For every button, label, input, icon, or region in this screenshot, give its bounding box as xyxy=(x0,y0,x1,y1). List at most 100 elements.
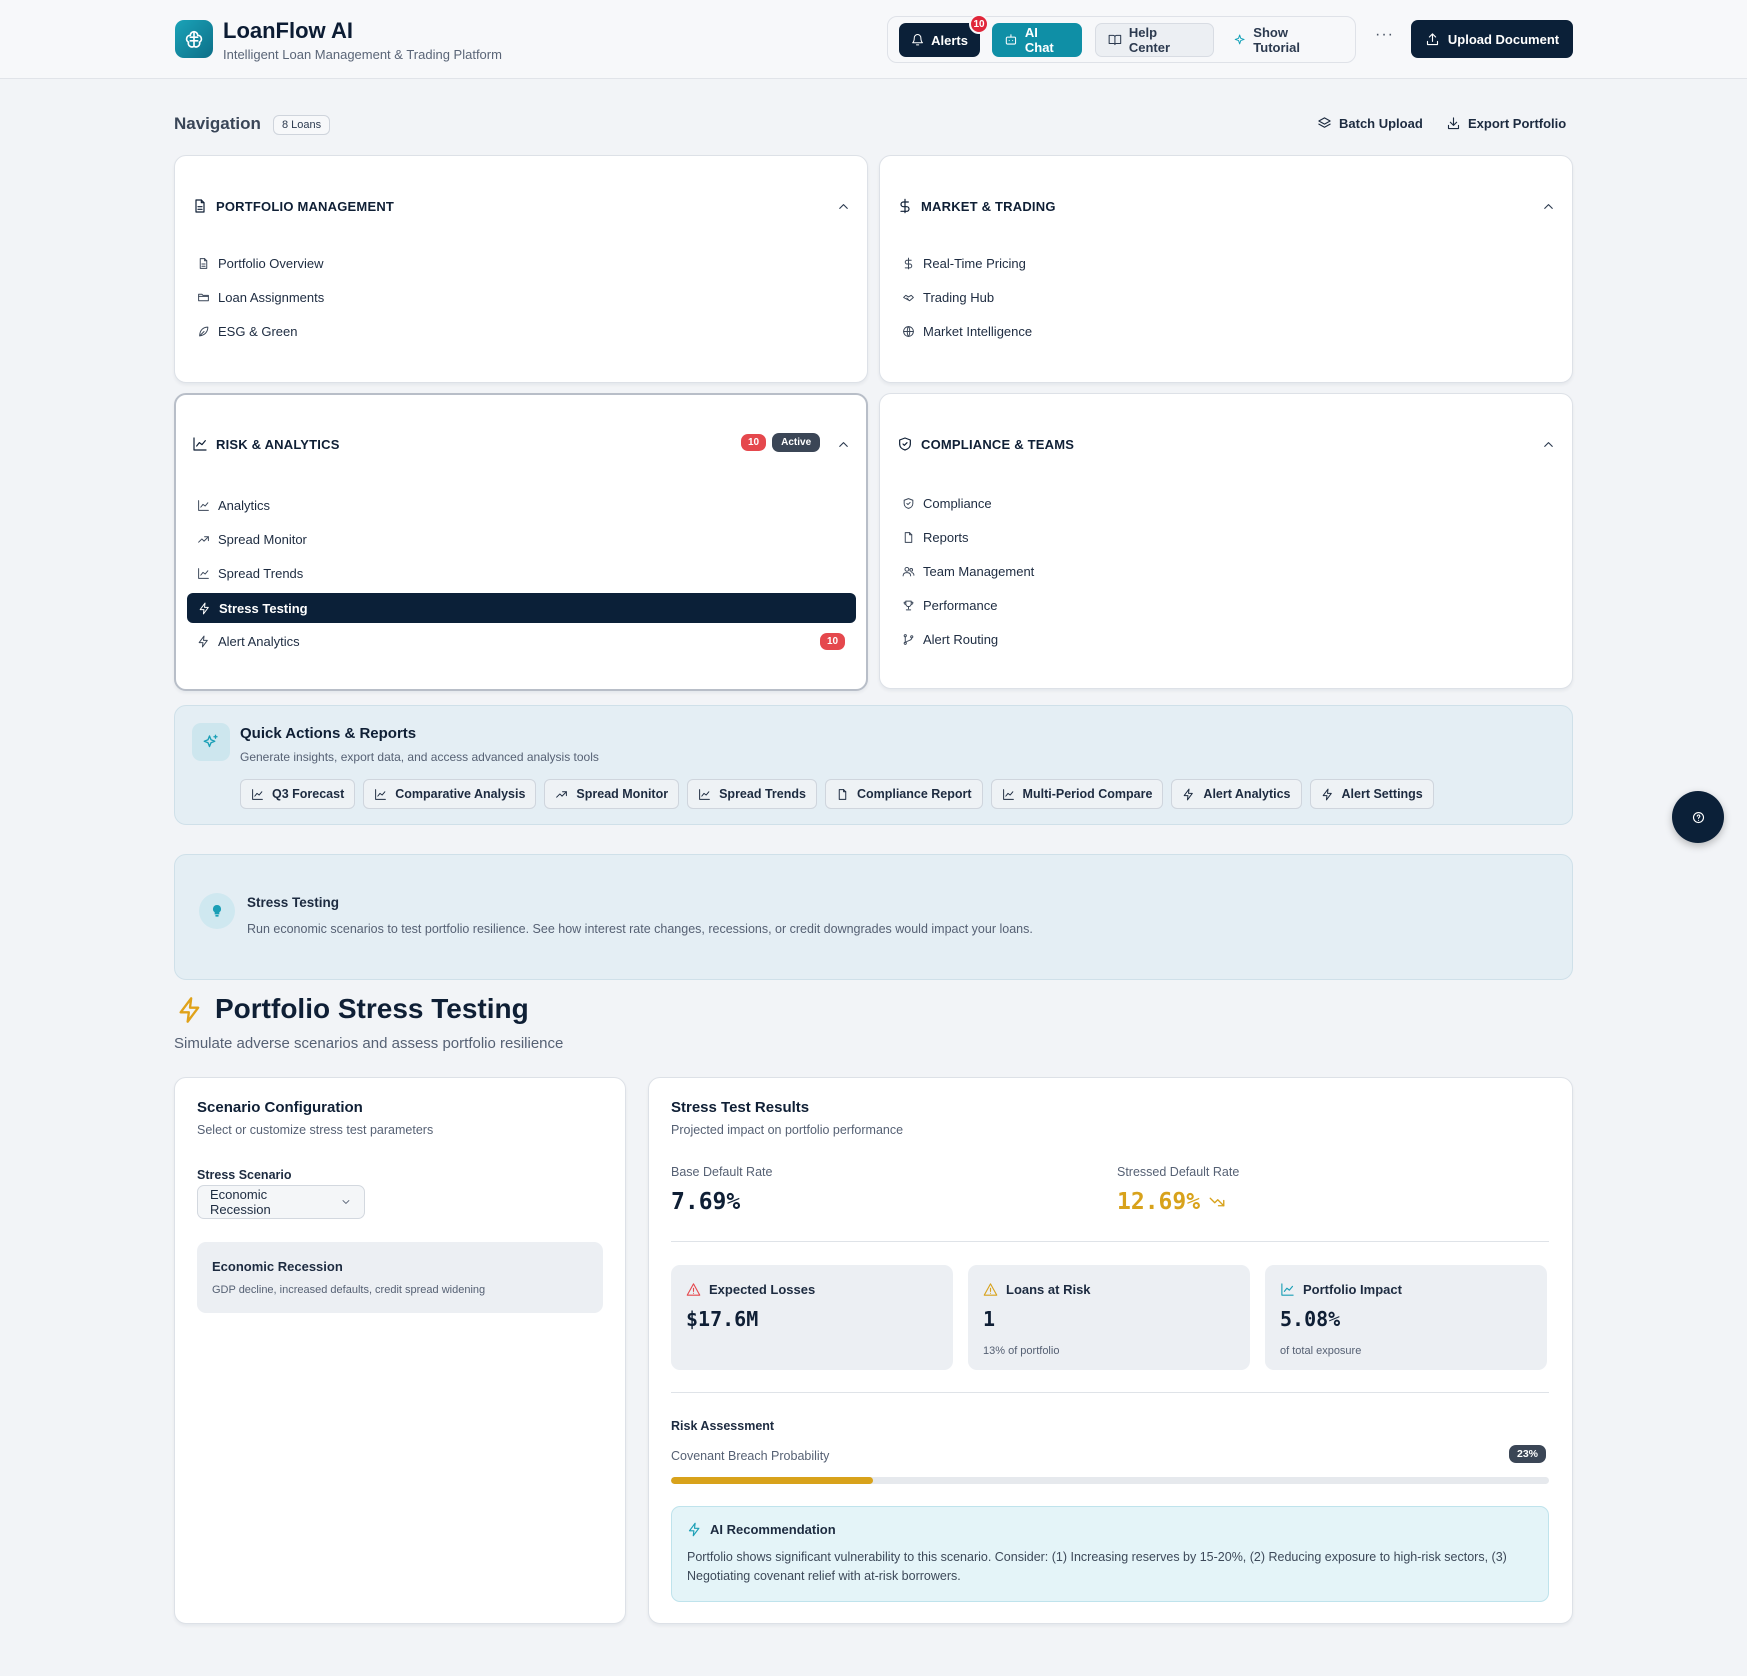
chevron-up-icon[interactable] xyxy=(836,199,851,214)
stressed-default-rate-label: Stressed Default Rate xyxy=(1117,1165,1240,1179)
help-center-button[interactable]: Help Center xyxy=(1095,23,1214,57)
market-trading-card: MARKET & TRADING Real-Time Pricing Tradi… xyxy=(879,155,1573,383)
nav-item-real-time-pricing[interactable]: Real-Time Pricing xyxy=(902,256,1026,271)
nav-item-reports[interactable]: Reports xyxy=(902,530,969,545)
users-icon xyxy=(902,566,915,577)
covenant-breach-percent: 23% xyxy=(1509,1445,1547,1463)
spread-monitor-button[interactable]: Spread Monitor xyxy=(544,779,680,809)
scenario-config-subtitle: Select or customize stress test paramete… xyxy=(197,1123,434,1137)
stress-scenario-select[interactable]: Economic Recession xyxy=(197,1185,365,1219)
stressed-default-rate-value: 12.69% xyxy=(1117,1189,1201,1215)
show-tutorial-button[interactable]: Show Tutorial xyxy=(1221,23,1346,57)
kpi-value: 5.08% xyxy=(1280,1307,1341,1331)
kpi-label: Expected Losses xyxy=(709,1282,816,1297)
lightning-icon xyxy=(198,635,208,648)
info-banner-title: Stress Testing xyxy=(247,895,340,910)
alerts-label: Alerts xyxy=(931,32,968,48)
nav-item-label: Market Intelligence xyxy=(923,324,1033,339)
spread-trends-button[interactable]: Spread Trends xyxy=(687,779,817,809)
nav-item-market-intelligence[interactable]: Market Intelligence xyxy=(902,324,1032,339)
nav-item-performance[interactable]: Performance xyxy=(902,598,997,613)
upload-document-button[interactable]: Upload Document xyxy=(1411,20,1573,58)
portfolio-management-header[interactable]: PORTFOLIO MANAGEMENT xyxy=(192,198,394,214)
nav-item-spread-monitor[interactable]: Spread Monitor xyxy=(197,532,307,547)
file-text-icon xyxy=(195,199,205,213)
compliance-report-button[interactable]: Compliance Report xyxy=(824,779,983,809)
handshake-icon xyxy=(903,294,914,302)
nav-item-label: Spread Monitor xyxy=(218,532,307,547)
line-chart-icon xyxy=(193,437,207,451)
divider xyxy=(671,1392,1549,1393)
nav-item-stress-testing[interactable]: Stress Testing xyxy=(187,593,856,623)
nav-item-portfolio-overview[interactable]: Portfolio Overview xyxy=(197,256,323,271)
file-text-icon xyxy=(199,258,208,269)
alert-settings-button[interactable]: Alert Settings xyxy=(1309,779,1434,809)
quick-action-label: Compliance Report xyxy=(856,787,972,801)
more-menu-button[interactable]: ··· xyxy=(1375,26,1394,44)
chevron-up-icon[interactable] xyxy=(836,437,851,452)
nav-item-team-management[interactable]: Team Management xyxy=(902,564,1034,579)
book-open-icon xyxy=(1108,34,1122,46)
quick-action-label: Multi-Period Compare xyxy=(1022,787,1153,801)
quick-action-label: Spread Monitor xyxy=(576,787,669,801)
alert-analytics-button[interactable]: Alert Analytics xyxy=(1171,779,1302,809)
nav-item-alert-routing[interactable]: Alert Routing xyxy=(902,632,998,647)
line-chart-icon xyxy=(252,788,263,800)
app-title: LoanFlow AI xyxy=(223,18,353,43)
ai-recommendation-box: AI Recommendation Portfolio shows signif… xyxy=(671,1506,1549,1602)
help-floating-button[interactable] xyxy=(1672,791,1724,843)
market-trading-header[interactable]: MARKET & TRADING xyxy=(897,198,1056,214)
ai-chat-label: AI Chat xyxy=(1024,25,1054,55)
results-title: Stress Test Results xyxy=(671,1099,810,1116)
nav-item-alert-analytics[interactable]: Alert Analytics xyxy=(197,634,300,649)
nav-item-esg-green[interactable]: ESG & Green xyxy=(197,324,297,339)
alerts-button[interactable]: Alerts xyxy=(899,23,980,57)
dollar-icon xyxy=(904,257,913,270)
export-portfolio-button[interactable]: Export Portfolio xyxy=(1446,116,1566,131)
compliance-teams-header[interactable]: COMPLIANCE & TEAMS xyxy=(897,436,1074,452)
chevron-up-icon[interactable] xyxy=(1541,199,1556,214)
line-chart-icon xyxy=(198,568,209,579)
alerts-count-badge: 10 xyxy=(969,14,989,34)
app-logo-icon[interactable] xyxy=(175,20,213,58)
selected-scenario: Economic Recession xyxy=(210,1187,271,1217)
nav-item-label: ESG & Green xyxy=(218,324,298,339)
quick-actions-panel: Quick Actions & Reports Generate insight… xyxy=(174,705,1573,825)
comparative-analysis-button[interactable]: Comparative Analysis xyxy=(363,779,537,809)
stress-test-results-card: Stress Test Results Projected impact on … xyxy=(648,1077,1573,1624)
download-icon xyxy=(1447,117,1460,130)
nav-item-compliance[interactable]: Compliance xyxy=(902,496,992,511)
nav-item-trading-hub[interactable]: Trading Hub xyxy=(902,290,994,305)
base-default-rate-label: Base Default Rate xyxy=(671,1165,773,1179)
ai-recommendation-text: Portfolio shows significant vulnerabilit… xyxy=(687,1550,1507,1583)
kpi-value: 1 xyxy=(983,1307,996,1331)
navigation-label: Navigation xyxy=(174,114,261,133)
trophy-icon xyxy=(903,600,914,611)
scenario-configuration-card: Scenario Configuration Select or customi… xyxy=(174,1077,626,1624)
line-chart-icon xyxy=(699,788,710,800)
multi-period-compare-button[interactable]: Multi-Period Compare xyxy=(990,779,1164,809)
quick-action-label: Alert Analytics xyxy=(1203,787,1291,801)
nav-item-analytics[interactable]: Analytics xyxy=(197,498,270,513)
expected-losses-card: Expected Losses $17.6M xyxy=(671,1265,953,1370)
bot-icon xyxy=(1005,34,1017,45)
batch-upload-button[interactable]: Batch Upload xyxy=(1317,116,1423,131)
nav-item-label: Analytics xyxy=(218,498,271,513)
scenario-config-title: Scenario Configuration xyxy=(197,1099,363,1116)
risk-analytics-header[interactable]: RISK & ANALYTICS xyxy=(192,436,340,452)
nav-item-label: Trading Hub xyxy=(923,290,995,305)
nav-item-loan-assignments[interactable]: Loan Assignments xyxy=(197,290,324,305)
help-circle-icon xyxy=(1692,811,1704,823)
chevron-up-icon[interactable] xyxy=(1541,437,1556,452)
q3-forecast-button[interactable]: Q3 Forecast xyxy=(240,779,356,809)
nav-item-spread-trends[interactable]: Spread Trends xyxy=(197,566,303,581)
lightning-icon xyxy=(1184,788,1194,800)
kpi-sub: of total exposure xyxy=(1280,1345,1362,1357)
ai-chat-button[interactable]: AI Chat xyxy=(992,23,1082,57)
dollar-icon xyxy=(900,198,910,214)
kpi-sub: 13% of portfolio xyxy=(983,1345,1060,1357)
loans-at-risk-card: Loans at Risk 1 13% of portfolio xyxy=(968,1265,1250,1370)
lightbulb-icon xyxy=(199,893,235,929)
line-chart-icon xyxy=(375,788,387,800)
show-tutorial-label: Show Tutorial xyxy=(1253,25,1300,55)
